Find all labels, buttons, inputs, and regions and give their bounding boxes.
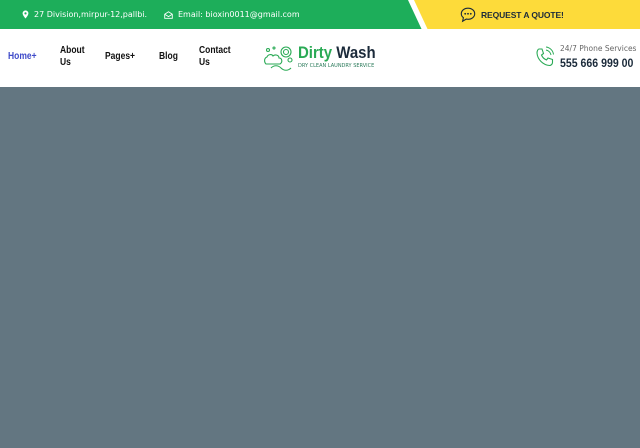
main-header: Home+ About Us Pages+ Blog Contact Us Di… [0, 29, 640, 87]
envelope-icon [164, 10, 173, 19]
email-info[interactable]: Email: bioxin0011@gmail.com [164, 0, 300, 29]
logo-tagline: DRY CLEAN LAUNDRY SERVICE [298, 63, 375, 69]
request-quote-label: REQUEST A QUOTE! [481, 9, 564, 20]
nav-home[interactable]: Home+ [8, 51, 37, 63]
chat-bubble-icon [460, 7, 476, 22]
top-bar: 27 Division,mirpur-12,pallbi. Email: bio… [0, 0, 640, 29]
address-text: 27 Division,mirpur-12,pallbi. [34, 10, 148, 19]
site-logo[interactable]: Dirty Wash DRY CLEAN LAUNDRY SERVICE [262, 43, 382, 73]
nav-contact[interactable]: Contact Us [199, 45, 233, 69]
hero-section [0, 87, 640, 448]
email-text: Email: bioxin0011@gmail.com [178, 10, 300, 19]
nav-blog[interactable]: Blog [159, 51, 178, 63]
logo-word-wash: Wash [336, 43, 376, 62]
laundry-logo-icon [264, 46, 293, 71]
logo-word-dirty: Dirty [298, 43, 333, 62]
nav-pages[interactable]: Pages+ [105, 51, 135, 63]
phone-number[interactable]: 555 666 999 00 [560, 56, 633, 70]
address-info: 27 Division,mirpur-12,pallbi. [22, 0, 147, 29]
phone-label: 24/7 Phone Services [560, 44, 637, 53]
nav-about[interactable]: About Us [60, 45, 86, 69]
phone-icon [536, 46, 554, 67]
request-quote-button[interactable]: REQUEST A QUOTE! [460, 0, 564, 29]
logo-brand: Dirty Wash [298, 43, 376, 63]
map-pin-icon [22, 10, 29, 19]
